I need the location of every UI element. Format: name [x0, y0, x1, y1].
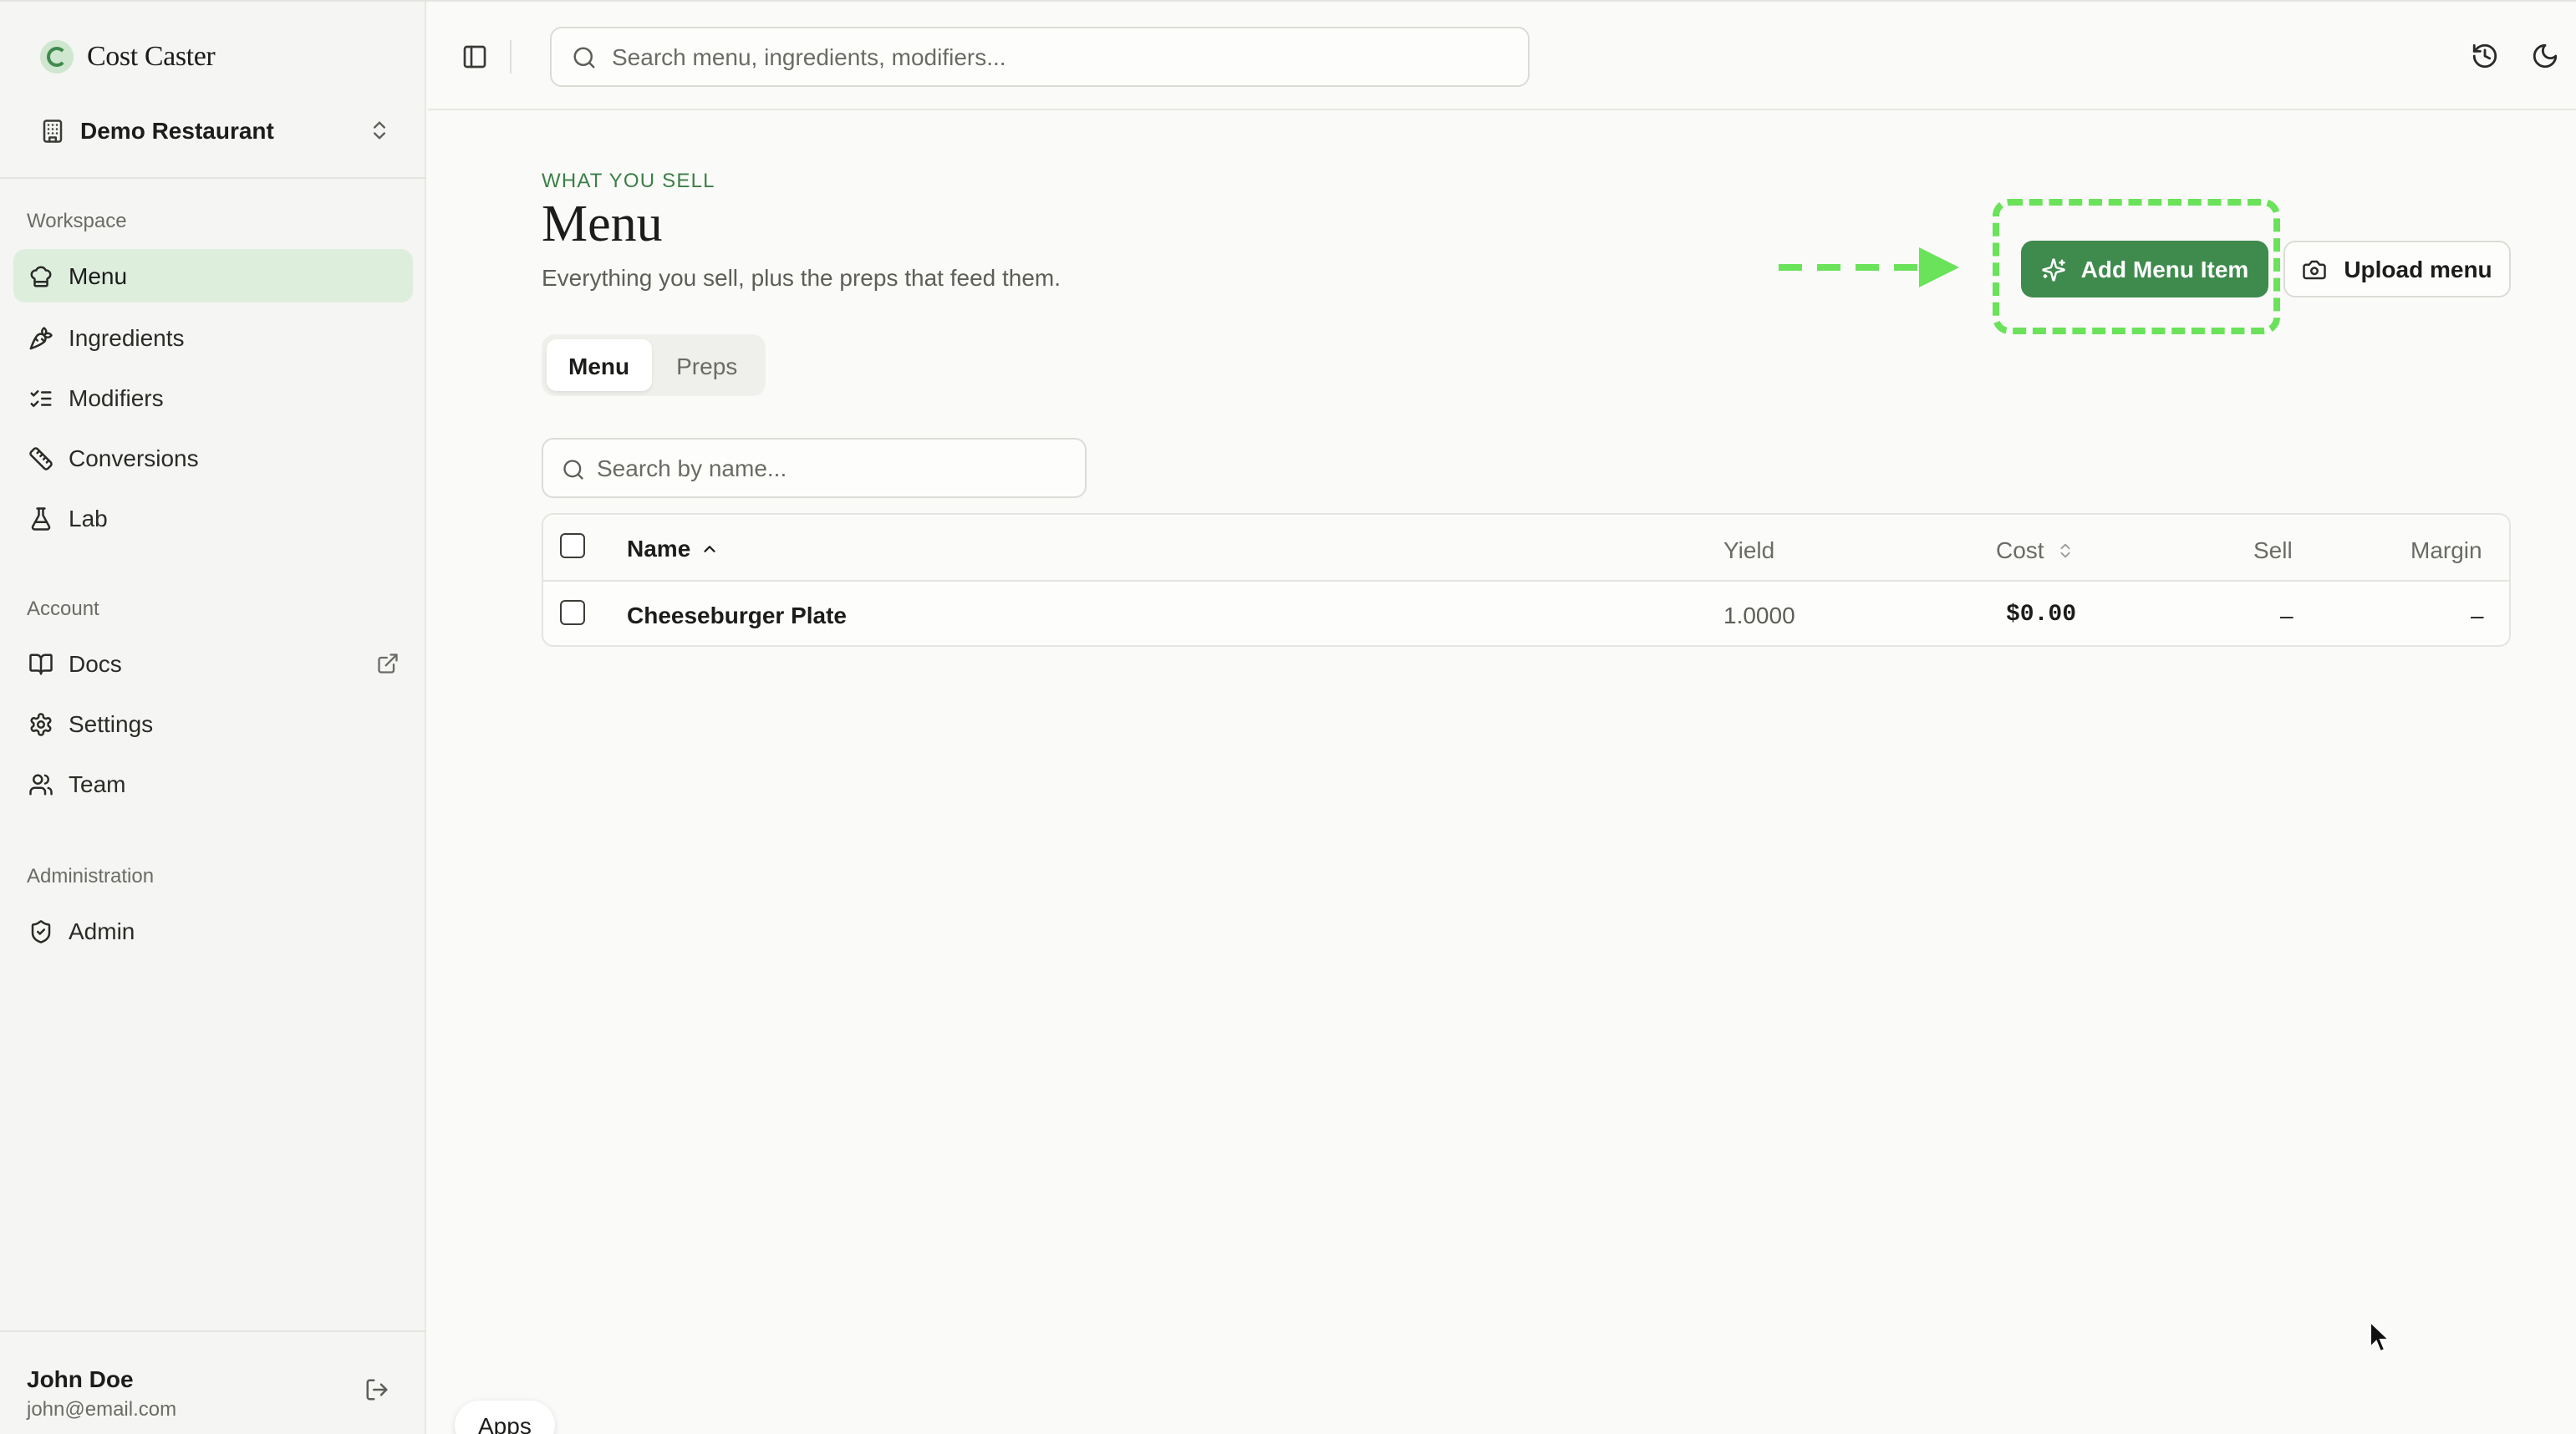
table-header: Name Yield Cost Sell Margin: [543, 515, 2509, 582]
building-icon: [43, 119, 63, 142]
users-icon: [29, 773, 53, 795]
chevron-up-icon: [704, 545, 715, 552]
name-search-input[interactable]: [597, 440, 1073, 496]
cell-yield: 1.0000: [1723, 602, 1795, 628]
view-tabs: Menu Preps: [542, 334, 766, 396]
divider: [510, 40, 512, 74]
column-header-margin: Margin: [2411, 536, 2482, 563]
tab-menu[interactable]: Menu: [547, 339, 652, 391]
logout-icon[interactable]: [364, 1377, 389, 1402]
moon-icon[interactable]: [2531, 42, 2559, 70]
chef-hat-icon: [30, 265, 52, 287]
sidebar-item-admin[interactable]: Admin: [13, 904, 413, 958]
sidebar: Cost Caster Demo Restaurant Workspace Me…: [0, 2, 426, 1434]
page-title: Menu: [542, 194, 663, 252]
section-label-workspace: Workspace: [27, 209, 127, 232]
sidebar-item-label: Admin: [69, 918, 135, 944]
history-icon[interactable]: [2471, 42, 2499, 70]
chevrons-up-down-icon: [374, 121, 385, 140]
sidebar-item-label: Settings: [69, 710, 154, 737]
flask-icon: [31, 506, 51, 530]
search-icon: [573, 47, 595, 69]
carrot-icon: [29, 326, 53, 349]
table-row[interactable]: Cheeseburger Plate 1.0000 $0.00 – –: [543, 583, 2509, 645]
ruler-icon: [29, 446, 53, 470]
book-icon: [29, 653, 53, 674]
sidebar-item-label: Ingredients: [69, 324, 185, 351]
column-header-name[interactable]: Name: [627, 535, 719, 562]
column-header-cost[interactable]: Cost: [1996, 536, 2075, 563]
external-link-icon: [378, 653, 398, 674]
sidebar-toggle-icon[interactable]: [461, 43, 488, 70]
sidebar-item-label: Menu: [69, 262, 128, 289]
list-checks-icon: [30, 389, 52, 406]
cell-margin: –: [2471, 602, 2484, 628]
user-email: john@email.com: [27, 1397, 177, 1421]
org-name: Demo Restaurant: [80, 117, 274, 144]
sidebar-item-modifiers[interactable]: Modifiers: [13, 371, 413, 425]
cell-name[interactable]: Cheeseburger Plate: [627, 602, 847, 628]
select-all-checkbox[interactable]: [560, 533, 585, 558]
global-search[interactable]: [550, 27, 1530, 87]
shield-check-icon: [31, 919, 51, 943]
sidebar-item-label: Lab: [69, 505, 108, 531]
sidebar-item-label: Conversions: [69, 445, 199, 471]
section-label-account: Account: [27, 597, 99, 620]
user-name: John Doe: [27, 1365, 134, 1392]
menu-table: Name Yield Cost Sell Margin Cheeseburger…: [542, 513, 2511, 647]
sidebar-item-docs[interactable]: Docs: [13, 637, 413, 690]
column-header-sell: Sell: [2253, 536, 2293, 563]
mouse-cursor-icon: [2370, 1320, 2391, 1353]
sidebar-item-label: Docs: [69, 650, 122, 677]
page-subtitle: Everything you sell, plus the preps that…: [542, 264, 1061, 291]
cost-caster-logo-icon: [40, 40, 74, 74]
org-switcher[interactable]: Demo Restaurant: [40, 112, 391, 149]
apps-pill[interactable]: Apps: [455, 1401, 555, 1434]
add-menu-item-label: Add Menu Item: [2080, 256, 2249, 282]
brand[interactable]: Cost Caster: [40, 38, 216, 75]
add-menu-item-button[interactable]: Add Menu Item: [2021, 241, 2268, 297]
sidebar-item-label: Modifiers: [69, 384, 164, 411]
main-content: WHAT YOU SELL Menu Everything you sell, …: [428, 112, 2576, 1434]
sidebar-item-label: Team: [69, 770, 126, 797]
sort-icon: [2060, 542, 2070, 557]
user-panel: John Doe john@email.com: [0, 1330, 426, 1434]
column-header-label: Cost: [1996, 536, 2044, 563]
page-eyebrow: WHAT YOU SELL: [542, 169, 715, 192]
sparkles-icon: [2041, 257, 2065, 281]
row-checkbox[interactable]: [560, 600, 585, 625]
section-label-administration: Administration: [27, 864, 155, 887]
sidebar-item-lab[interactable]: Lab: [13, 491, 413, 545]
gear-icon: [30, 712, 52, 735]
upload-menu-label: Upload menu: [2344, 256, 2492, 282]
divider: [0, 177, 426, 179]
column-header-yield: Yield: [1723, 536, 1775, 563]
sidebar-item-menu[interactable]: Menu: [13, 249, 413, 303]
column-header-label: Name: [627, 535, 691, 562]
cell-cost: $0.00: [2006, 602, 2077, 628]
app-window: Cost Caster Demo Restaurant Workspace Me…: [0, 0, 2576, 1434]
search-icon: [563, 460, 583, 480]
upload-menu-button[interactable]: Upload menu: [2283, 241, 2511, 297]
brand-name: Cost Caster: [87, 40, 216, 72]
sidebar-item-ingredients[interactable]: Ingredients: [13, 311, 413, 364]
sidebar-item-team[interactable]: Team: [13, 757, 413, 811]
top-bar: [428, 2, 2576, 110]
name-search[interactable]: [542, 438, 1087, 498]
sidebar-item-conversions[interactable]: Conversions: [13, 431, 413, 485]
global-search-input[interactable]: [612, 28, 1515, 85]
sidebar-item-settings[interactable]: Settings: [13, 697, 413, 750]
annotation-arrow-icon: [1779, 247, 1959, 287]
camera-icon: [2303, 259, 2327, 279]
tab-preps[interactable]: Preps: [654, 339, 759, 391]
cell-sell: –: [2280, 602, 2293, 628]
